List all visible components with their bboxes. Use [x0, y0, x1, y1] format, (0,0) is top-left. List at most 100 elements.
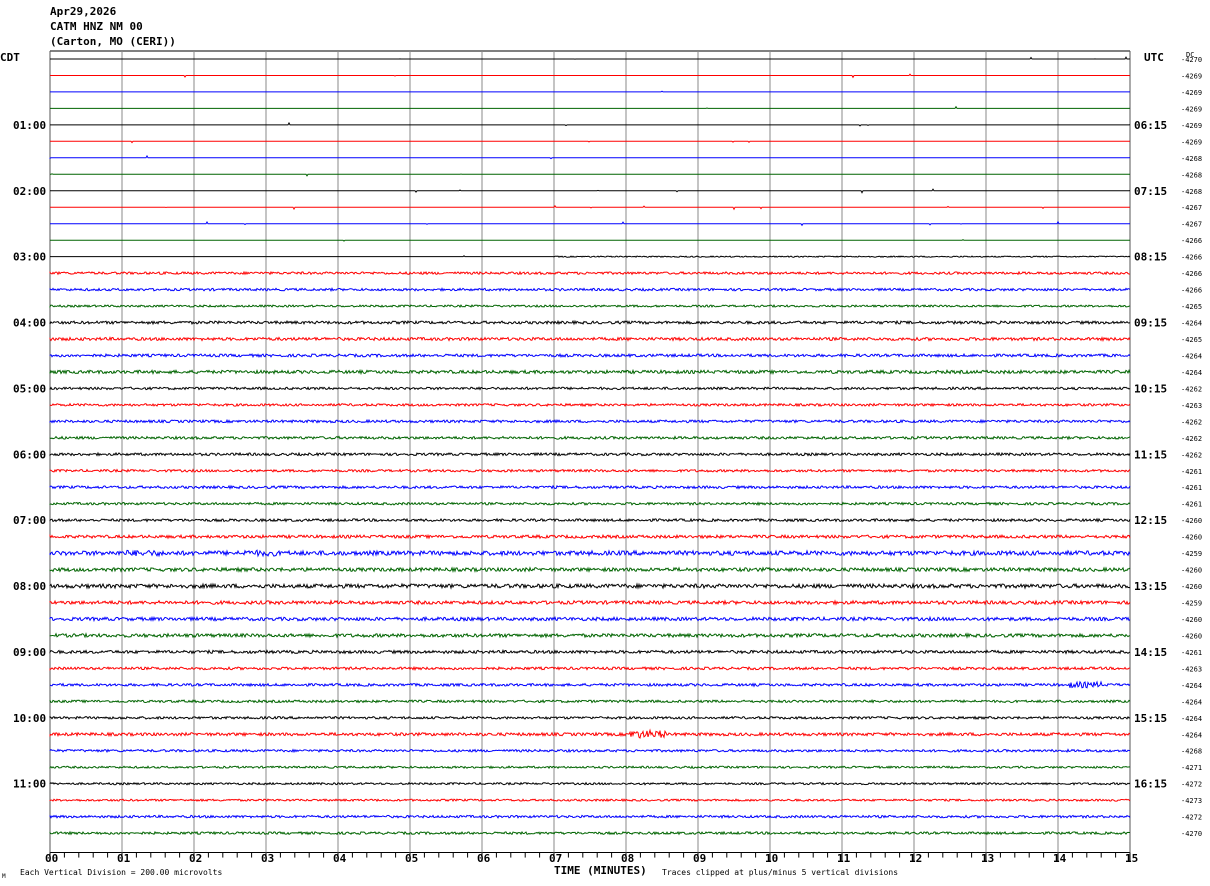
left-time-label: 01:00: [13, 119, 46, 132]
trace-line: [49, 501, 1131, 507]
x-tick-label: 02: [189, 852, 202, 865]
dc-offset-label: -4260: [1181, 632, 1202, 640]
dc-offset-label: -4272: [1181, 781, 1202, 789]
dc-offset-label: -4269: [1181, 89, 1202, 97]
left-time-label: 03:00: [13, 251, 46, 264]
dc-offset-label: -4260: [1181, 616, 1202, 624]
dc-offset-label: -4262: [1181, 385, 1202, 393]
x-tick-label: 14: [1053, 852, 1067, 865]
trace-line: [50, 73, 1131, 79]
x-tick-label: 12: [909, 852, 922, 865]
trace-line: [49, 418, 1131, 424]
trace-line: [49, 615, 1131, 623]
right-timezone-label: UTC: [1144, 51, 1164, 64]
dc-offset-label: -4268: [1181, 155, 1202, 163]
dc-offset-label: -4262: [1181, 451, 1202, 459]
dc-offset-label: -4268: [1181, 171, 1202, 179]
right-time-label: 12:15: [1134, 514, 1167, 527]
dc-offset-label: -4264: [1181, 682, 1202, 690]
trace-line: [50, 140, 1131, 144]
trace-line: [49, 468, 1131, 474]
trace-line: [49, 484, 1131, 490]
dc-offset-label: -4259: [1181, 550, 1202, 558]
dc-offset-label: -4264: [1181, 369, 1202, 377]
trace-line: [50, 56, 1131, 60]
dc-offset-label: -4262: [1181, 418, 1202, 426]
trace-line: [49, 304, 1131, 309]
trace-line: [50, 173, 1131, 177]
trace-line: [49, 270, 1131, 276]
dc-offset-label: -4271: [1181, 764, 1202, 772]
right-time-label: 11:15: [1134, 448, 1167, 461]
dc-offset-label: -4270: [1181, 830, 1202, 838]
right-time-label: 07:15: [1134, 185, 1167, 198]
dc-offset-label: -4266: [1181, 237, 1202, 245]
right-time-label: 09:15: [1134, 317, 1167, 330]
dc-offset-label: -4266: [1181, 287, 1202, 295]
left-time-label: 05:00: [13, 382, 46, 395]
dc-offset-label: -4269: [1181, 138, 1202, 146]
dc-offset-label: -4263: [1181, 665, 1202, 673]
dc-offset-label: -4260: [1181, 534, 1202, 542]
trace-line: [49, 582, 1131, 590]
trace-line: [50, 220, 1131, 227]
left-time-label: 09:00: [13, 646, 46, 659]
trace-line: [49, 352, 1131, 359]
helicorder-plot: CDT UTC DC 00 01 02 03 04 05 06 07 08 09 10 11 12 13 1…: [0, 50, 1202, 880]
dc-offset-label: -4261: [1181, 468, 1202, 476]
trace-line: [49, 549, 1131, 558]
trace-line: [49, 665, 1131, 671]
x-tick-label: 00: [45, 852, 58, 865]
trace-line: [49, 386, 1131, 391]
trace-line: [49, 533, 1131, 540]
dc-offset-label: -4261: [1181, 501, 1202, 509]
right-time-label: 14:15: [1134, 646, 1167, 659]
trace-line: [49, 336, 1131, 342]
dc-offset-label: -4265: [1181, 303, 1202, 311]
trace-line: [49, 699, 1131, 704]
dc-offset-label: -4268: [1181, 748, 1202, 756]
dc-offset-label: -4262: [1181, 435, 1202, 443]
trace-line: [49, 781, 1131, 786]
dc-offset-label: -4269: [1181, 105, 1202, 113]
x-tick-label: 15: [1125, 852, 1138, 865]
trace-line: [49, 715, 1131, 721]
dc-offset-label: -4268: [1181, 188, 1202, 196]
dc-offset-label: -4264: [1181, 352, 1202, 360]
left-time-label: 10:00: [13, 712, 46, 725]
right-time-label: 08:15: [1134, 251, 1167, 264]
left-timezone-label: CDT: [0, 51, 20, 64]
trace-line: [50, 239, 1131, 242]
dc-offset-label: -4261: [1181, 484, 1202, 492]
trace-line: [49, 728, 1131, 739]
clip-note: Traces clipped at plus/minus 5 vertical …: [662, 868, 898, 877]
x-tick-label: 05: [405, 852, 418, 865]
trace-line: [49, 287, 1131, 293]
left-time-label: 02:00: [13, 185, 46, 198]
x-tick-label: 13: [981, 852, 994, 865]
trace-line: [50, 188, 1131, 194]
dc-offset-label: -4266: [1181, 270, 1202, 278]
trace-line: [49, 632, 1131, 639]
dc-offset-label: -4265: [1181, 336, 1202, 344]
x-tick-label: 09: [693, 852, 706, 865]
trace-line: [49, 748, 1131, 754]
right-time-label: 15:15: [1134, 712, 1167, 725]
dc-offset-label: -4267: [1181, 221, 1202, 229]
dc-offset-label: -4260: [1181, 517, 1202, 525]
trace-line: [49, 814, 1131, 819]
trace-line: [49, 830, 1130, 836]
left-time-label: 11:00: [13, 778, 46, 791]
dc-offset-label: -4266: [1181, 254, 1202, 262]
trace-line: [50, 121, 1131, 127]
dc-offset-label: -4261: [1181, 649, 1202, 657]
right-time-label: 13:15: [1134, 580, 1167, 593]
trace-line: [49, 517, 1131, 523]
right-time-label: 10:15: [1134, 382, 1167, 395]
trace-line: [49, 765, 1131, 770]
dc-offset-label: -4272: [1181, 814, 1202, 822]
trace-line: [49, 798, 1131, 803]
left-time-label: 06:00: [13, 448, 46, 461]
trace-line: [50, 105, 1131, 109]
x-tick-label: 10: [765, 852, 778, 865]
